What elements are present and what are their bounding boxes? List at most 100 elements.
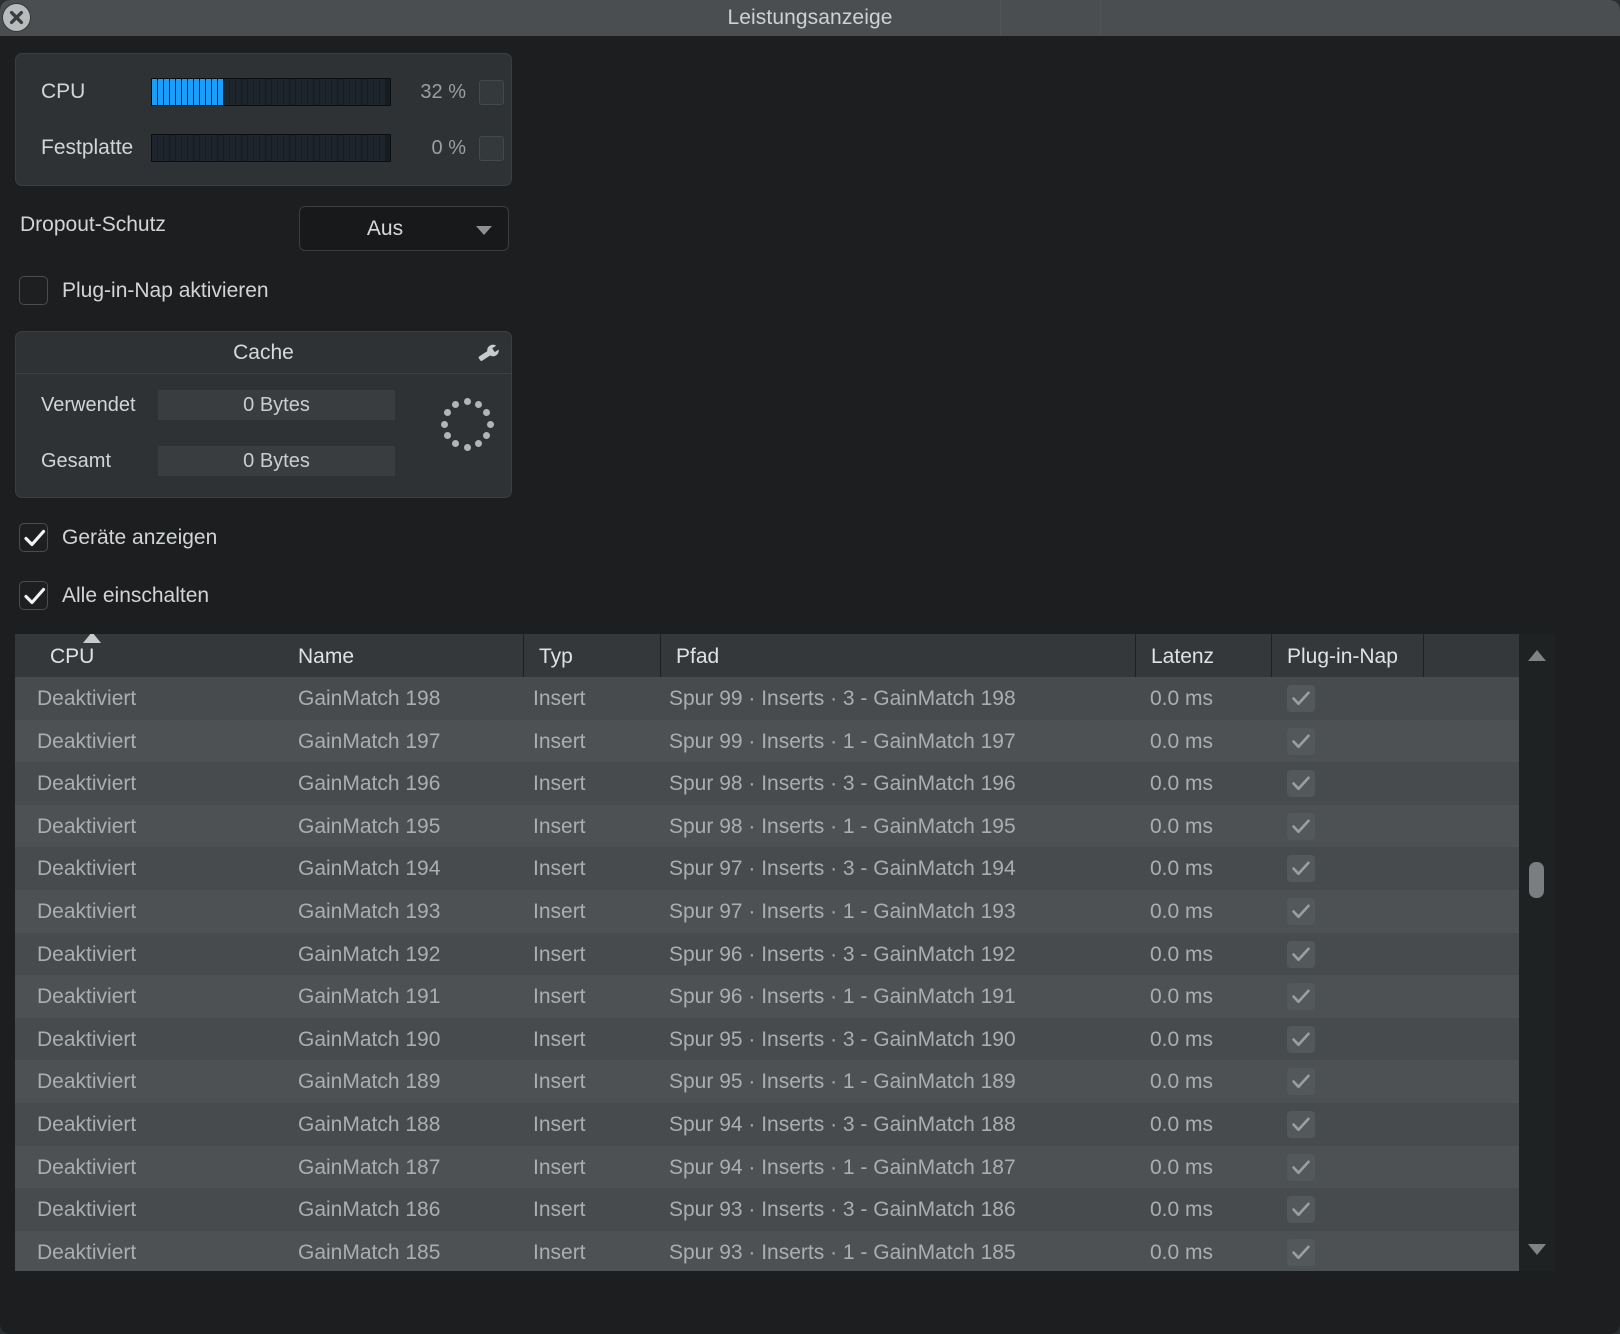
caret-up-icon[interactable]	[1528, 650, 1546, 661]
meter-segment	[182, 79, 187, 105]
table-body: Deaktiviert GainMatch 198 Insert Spur 99 · …	[15, 677, 1519, 1271]
window-titlebar: Leistungsanzeige	[0, 0, 1620, 36]
cell-plugin-nap-checkbox[interactable]	[1287, 940, 1315, 968]
table-row[interactable]: Deaktiviert GainMatch 189 Insert Spur 95 · …	[15, 1060, 1519, 1103]
cell-pfad: Spur 95 · Inserts · 3 - GainMatch 190	[669, 1027, 1016, 1051]
table-row[interactable]: Deaktiviert GainMatch 198 Insert Spur 99 · …	[15, 677, 1519, 720]
cell-name: GainMatch 189	[298, 1070, 441, 1094]
caret-down-icon[interactable]	[1528, 1244, 1546, 1255]
table-header-name[interactable]: Name	[283, 634, 523, 677]
meter-segment	[356, 79, 361, 105]
table-row[interactable]: Deaktiviert GainMatch 186 Insert Spur 93 · …	[15, 1188, 1519, 1231]
cell-plugin-nap-checkbox[interactable]	[1287, 812, 1315, 840]
table-row[interactable]: Deaktiviert GainMatch 197 Insert Spur 99 · …	[15, 719, 1519, 763]
meter-segment	[326, 135, 331, 161]
meter-segment	[368, 135, 373, 161]
cell-latenz: 0.0 ms	[1150, 1112, 1214, 1136]
cell-cpu: Deaktiviert	[37, 1155, 137, 1179]
table-row[interactable]: Deaktiviert GainMatch 193 Insert Spur 97 · …	[15, 889, 1519, 933]
cell-plugin-nap-checkbox[interactable]	[1287, 1196, 1315, 1224]
cell-cpu: Deaktiviert	[37, 1027, 137, 1051]
checkbox-label: Plug-in-Nap aktivieren	[62, 279, 269, 302]
table-row[interactable]: Deaktiviert GainMatch 191 Insert Spur 96 · …	[15, 975, 1519, 1018]
table-row[interactable]: Deaktiviert GainMatch 195 Insert Spur 98 · …	[15, 804, 1519, 848]
meter-segment	[254, 79, 259, 105]
table-header-typ[interactable]: Typ	[523, 634, 660, 677]
table-row[interactable]: Deaktiviert GainMatch 185 Insert Spur 93 · …	[15, 1230, 1519, 1271]
table-row[interactable]: Deaktiviert GainMatch 187 Insert Spur 94 · …	[15, 1145, 1519, 1189]
meter-segment	[206, 135, 211, 161]
cell-plugin-nap-checkbox[interactable]	[1287, 770, 1315, 798]
cell-typ: Insert	[533, 1240, 586, 1264]
meter-segment	[284, 79, 289, 105]
meter-segment	[362, 79, 367, 105]
meter-value-cpu: 32 %	[420, 81, 466, 103]
meter-segment	[320, 135, 325, 161]
table-scrollbar[interactable]	[1519, 634, 1555, 1271]
table-row[interactable]: Deaktiviert GainMatch 196 Insert Spur 98 · …	[15, 762, 1519, 805]
table-row[interactable]: Deaktiviert GainMatch 188 Insert Spur 94 · …	[15, 1102, 1519, 1146]
cell-latenz: 0.0 ms	[1150, 1027, 1214, 1051]
cell-plugin-nap-checkbox[interactable]	[1287, 1068, 1315, 1096]
cell-name: GainMatch 185	[298, 1240, 441, 1264]
meter-label-disk: Festplatte	[41, 136, 134, 159]
table-row[interactable]: Deaktiviert GainMatch 190 Insert Spur 95 · …	[15, 1017, 1519, 1061]
meter-segment	[230, 79, 235, 105]
meter-segment	[230, 135, 235, 161]
meter-segment	[308, 79, 313, 105]
cell-plugin-nap-checkbox[interactable]	[1287, 1238, 1315, 1266]
cell-name: GainMatch 193	[298, 899, 441, 923]
cell-typ: Insert	[533, 1198, 586, 1222]
meter-bar-cpu	[151, 78, 391, 106]
table-row[interactable]: Deaktiviert GainMatch 192 Insert Spur 96 · …	[15, 932, 1519, 976]
scrollbar-thumb[interactable]	[1529, 862, 1544, 898]
cache-label-used: Verwendet	[41, 394, 136, 416]
meter-segment	[200, 79, 205, 105]
cache-title: Cache	[233, 341, 294, 364]
meter-segment	[164, 135, 169, 161]
meter-segment	[242, 135, 247, 161]
cell-plugin-nap-checkbox[interactable]	[1287, 1110, 1315, 1138]
cell-plugin-nap-checkbox[interactable]	[1287, 727, 1315, 755]
cell-latenz: 0.0 ms	[1150, 1198, 1214, 1222]
dropout-protection-select[interactable]: Aus	[299, 206, 509, 251]
cell-name: GainMatch 187	[298, 1155, 441, 1179]
cell-cpu: Deaktiviert	[37, 1240, 137, 1264]
close-icon[interactable]	[3, 4, 30, 31]
cell-latenz: 0.0 ms	[1150, 772, 1214, 796]
cell-name: GainMatch 195	[298, 814, 441, 838]
meter-indicator-cpu[interactable]	[479, 80, 504, 105]
checkbox-box	[19, 523, 48, 552]
meter-segment	[218, 135, 223, 161]
cell-typ: Insert	[533, 899, 586, 923]
table-header-latenz[interactable]: Latenz	[1135, 634, 1271, 677]
meter-segment	[158, 79, 163, 105]
cell-cpu: Deaktiviert	[37, 772, 137, 796]
meter-segment	[194, 135, 199, 161]
meter-segment	[176, 135, 181, 161]
cell-plugin-nap-checkbox[interactable]	[1287, 897, 1315, 925]
cell-cpu: Deaktiviert	[37, 1070, 137, 1094]
table-row[interactable]: Deaktiviert GainMatch 194 Insert Spur 97 · …	[15, 847, 1519, 890]
cell-plugin-nap-checkbox[interactable]	[1287, 1153, 1315, 1181]
table-header-plugin-nap[interactable]: Plug-in-Nap	[1271, 634, 1423, 677]
cell-cpu: Deaktiviert	[37, 1112, 137, 1136]
wrench-icon[interactable]	[475, 340, 501, 371]
cell-plugin-nap-checkbox[interactable]	[1287, 983, 1315, 1011]
meter-bar-disk	[151, 134, 391, 162]
meter-segment	[260, 79, 265, 105]
cell-plugin-nap-checkbox[interactable]	[1287, 855, 1315, 883]
meter-segment	[338, 135, 343, 161]
cell-plugin-nap-checkbox[interactable]	[1287, 685, 1315, 712]
cell-typ: Insert	[533, 814, 586, 838]
meter-indicator-disk[interactable]	[479, 136, 504, 161]
cell-pfad: Spur 99 · Inserts · 1 - GainMatch 197	[669, 729, 1016, 753]
meter-segment	[212, 79, 217, 105]
cache-value-used: 0 Bytes	[158, 390, 395, 420]
table-header-spacer[interactable]	[1423, 634, 1519, 677]
cell-plugin-nap-checkbox[interactable]	[1287, 1025, 1315, 1053]
meter-segment	[152, 79, 157, 105]
table-header-pfad[interactable]: Pfad	[660, 634, 1135, 677]
meter-segment	[224, 79, 229, 105]
meter-segment	[290, 79, 295, 105]
